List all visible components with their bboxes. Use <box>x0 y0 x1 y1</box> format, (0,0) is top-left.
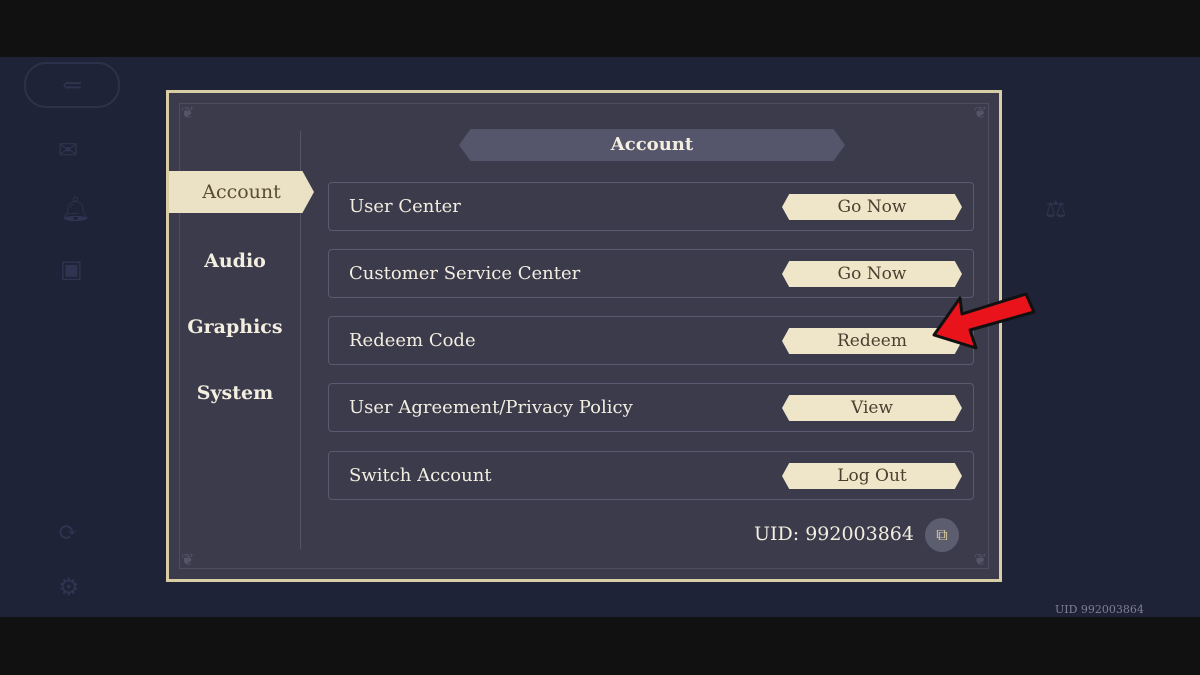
scale-icon[interactable]: ⚖ <box>1045 195 1067 223</box>
settings-panel: ❦ ❦ ❦ ❦ Account Account Audio Graphics S… <box>166 90 1002 582</box>
tab-system[interactable]: System <box>169 372 301 414</box>
row-label: User Center <box>349 196 461 217</box>
row-label: Customer Service Center <box>349 263 581 284</box>
tab-audio[interactable]: Audio <box>169 240 301 282</box>
uid-label: UID: 992003864 <box>754 523 914 545</box>
view-button[interactable]: View <box>782 395 962 421</box>
row-user-agreement: User Agreement/Privacy Policy View <box>328 383 974 432</box>
background-uid: UID 992003864 <box>1055 603 1144 616</box>
corner-ornament-icon: ❦ <box>181 103 195 122</box>
refresh-icon[interactable]: ⟳ <box>58 518 78 546</box>
tab-graphics[interactable]: Graphics <box>169 306 301 348</box>
go-now-button[interactable]: Go Now <box>782 194 962 220</box>
gear-icon[interactable]: ⚙ <box>58 573 80 601</box>
red-arrow-icon <box>932 292 1036 350</box>
go-now-button[interactable]: Go Now <box>782 261 962 287</box>
copy-icon: ⧉ <box>936 525 948 544</box>
letterbox-bar <box>0 617 1200 675</box>
tab-account[interactable]: Account <box>169 171 314 213</box>
calendar-icon[interactable]: ▣ <box>60 255 83 283</box>
back-arrow-icon: ⇐ <box>61 71 83 99</box>
corner-ornament-icon: ❦ <box>973 550 987 569</box>
bell-icon[interactable]: 🔔︎ <box>60 195 90 223</box>
row-label: User Agreement/Privacy Policy <box>349 397 633 418</box>
corner-ornament-icon: ❦ <box>181 550 195 569</box>
mail-icon[interactable]: ✉ <box>58 136 78 164</box>
row-switch-account: Switch Account Log Out <box>328 451 974 500</box>
corner-ornament-icon: ❦ <box>973 103 987 122</box>
row-label: Switch Account <box>349 465 492 486</box>
copy-uid-button[interactable]: ⧉ <box>925 518 959 552</box>
row-user-center: User Center Go Now <box>328 182 974 231</box>
row-label: Redeem Code <box>349 330 476 351</box>
row-redeem-code: Redeem Code Redeem <box>328 316 974 365</box>
panel-title: Account <box>459 129 845 161</box>
row-customer-service: Customer Service Center Go Now <box>328 249 974 298</box>
log-out-button[interactable]: Log Out <box>782 463 962 489</box>
back-button[interactable]: ⇐ <box>24 62 120 108</box>
